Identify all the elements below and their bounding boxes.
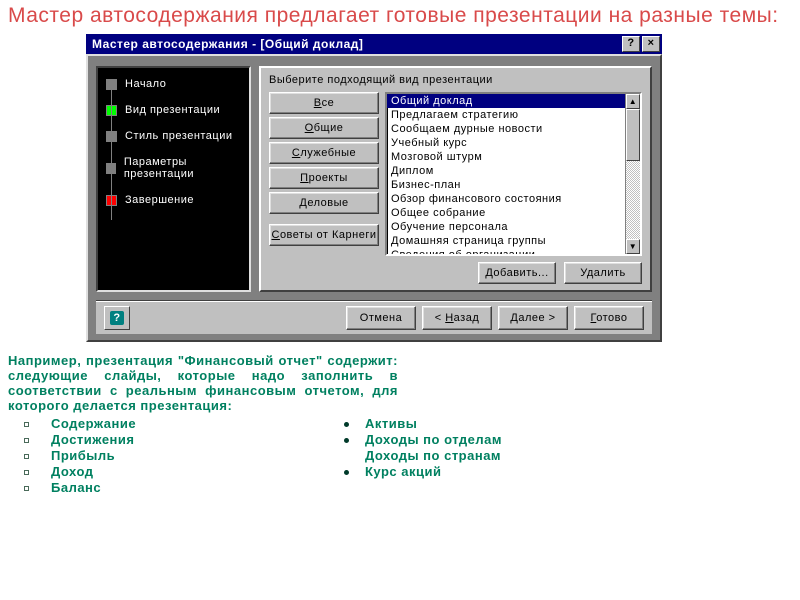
- page-heading: Мастер автосодержания предлагает готовые…: [0, 0, 790, 28]
- bullet-item: Достижения: [24, 432, 334, 447]
- bullet-columns: СодержаниеДостиженияПрибыльДоходБаланс А…: [0, 416, 800, 496]
- category-buttons: Все Общие Служебные Проекты Деловые Сове…: [269, 92, 379, 256]
- bullet-icon: [24, 454, 29, 459]
- step-start: Начало: [106, 78, 243, 90]
- presentation-listbox[interactable]: Общий докладПредлагаем стратегиюСообщаем…: [385, 92, 642, 256]
- cat-business-button[interactable]: Деловые: [269, 192, 379, 214]
- bullet-icon: [24, 486, 29, 491]
- scroll-up-icon[interactable]: ▲: [626, 94, 640, 109]
- close-button[interactable]: ×: [642, 36, 660, 52]
- prompt-label: Выберите подходящий вид презентации: [269, 74, 642, 86]
- question-icon: ?: [110, 311, 124, 325]
- dialog-footer: ? Отмена < Назад Далее > Готово: [96, 300, 652, 334]
- list-item[interactable]: Диплом: [387, 164, 625, 178]
- bullet-icon: [344, 470, 349, 475]
- list-item[interactable]: Мозговой штурм: [387, 150, 625, 164]
- bullet-icon: [24, 438, 29, 443]
- list-item[interactable]: Обучение персонала: [387, 220, 625, 234]
- list-item[interactable]: Учебный курс: [387, 136, 625, 150]
- cat-projects-button[interactable]: Проекты: [269, 167, 379, 189]
- bullet-icon: [344, 422, 349, 427]
- list-item[interactable]: Общее собрание: [387, 206, 625, 220]
- cancel-button[interactable]: Отмена: [346, 306, 416, 330]
- list-item[interactable]: Общий доклад: [387, 94, 625, 108]
- titlebar-text: Мастер автосодержания - [Общий доклад]: [92, 37, 363, 51]
- cat-service-button[interactable]: Служебные: [269, 142, 379, 164]
- bullet-item: Доход: [24, 464, 334, 479]
- list-item[interactable]: Обзор финансового состояния: [387, 192, 625, 206]
- example-paragraph: Например, презентация "Финансовый отчет"…: [8, 354, 398, 414]
- cat-general-button[interactable]: Общие: [269, 117, 379, 139]
- step-style: Стиль презентации: [106, 130, 243, 142]
- context-help-button[interactable]: ?: [104, 306, 130, 330]
- step-params: Параметры презентации: [106, 156, 243, 180]
- help-button[interactable]: ?: [622, 36, 640, 52]
- titlebar: Мастер автосодержания - [Общий доклад] ?…: [86, 34, 662, 54]
- list-item[interactable]: Предлагаем стратегию: [387, 108, 625, 122]
- list-item[interactable]: Бизнес-план: [387, 178, 625, 192]
- wizard-steps: Начало Вид презентации Стиль презентации…: [96, 66, 251, 292]
- bullet-item: Содержание: [24, 416, 334, 431]
- dialog-body: Начало Вид презентации Стиль презентации…: [86, 54, 662, 342]
- scroll-down-icon[interactable]: ▼: [626, 239, 640, 254]
- bullet-icon: [344, 438, 349, 443]
- bullet-item: Прибыль: [24, 448, 334, 463]
- wizard-dialog: Мастер автосодержания - [Общий доклад] ?…: [86, 34, 662, 342]
- bullet-item: Баланс: [24, 480, 334, 495]
- bullet-icon: [24, 422, 29, 427]
- bullet-item: Активы: [344, 416, 502, 431]
- step-finish: Завершение: [106, 194, 243, 206]
- list-item[interactable]: Сообщаем дурные новости: [387, 122, 625, 136]
- scrollbar[interactable]: ▲ ▼: [625, 94, 640, 254]
- add-button[interactable]: Добавить...: [478, 262, 556, 284]
- scroll-thumb[interactable]: [626, 109, 640, 161]
- step-type: Вид презентации: [106, 104, 243, 116]
- bullet-item: Доходы по странам: [344, 448, 502, 463]
- bullet-icon: [24, 470, 29, 475]
- remove-button[interactable]: Удалить: [564, 262, 642, 284]
- list-item[interactable]: Домашняя страница группы: [387, 234, 625, 248]
- bullet-item: Доходы по отделам: [344, 432, 502, 447]
- cat-carnegie-button[interactable]: Советы от Карнеги: [269, 224, 379, 246]
- right-panel: Выберите подходящий вид презентации Все …: [259, 66, 652, 292]
- back-button[interactable]: < Назад: [422, 306, 492, 330]
- finish-button[interactable]: Готово: [574, 306, 644, 330]
- bullet-item: Курс акций: [344, 464, 502, 479]
- next-button[interactable]: Далее >: [498, 306, 568, 330]
- list-item[interactable]: Сведения об организации: [387, 248, 625, 254]
- cat-all-button[interactable]: Все: [269, 92, 379, 114]
